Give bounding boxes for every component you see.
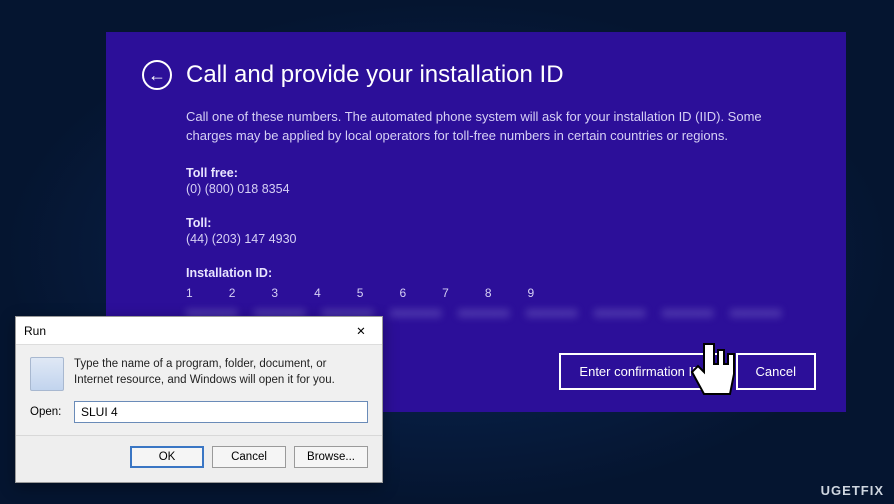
run-titlebar: Run ✕ — [16, 317, 382, 345]
ok-button[interactable]: OK — [130, 446, 204, 468]
iid-col-1: 1 — [186, 286, 193, 300]
installation-id-label: Installation ID: — [186, 266, 810, 280]
iid-col-5: 5 — [357, 286, 364, 300]
toll-value: (44) (203) 147 4930 — [186, 232, 810, 246]
iid-value: XXXXXXX — [594, 308, 644, 320]
run-description: Type the name of a program, folder, docu… — [74, 357, 368, 391]
cancel-button[interactable]: Cancel — [736, 353, 816, 390]
iid-value: XXXXXXX — [662, 308, 712, 320]
toll-free-label: Toll free: — [186, 166, 810, 180]
watermark: UGETFIX — [821, 483, 884, 498]
open-label: Open: — [30, 406, 66, 418]
arrow-left-icon: ← — [148, 65, 166, 86]
run-dialog: Run ✕ Type the name of a program, folder… — [15, 316, 383, 483]
run-body: Type the name of a program, folder, docu… — [16, 345, 382, 399]
iid-value: XXXXXXX — [458, 308, 508, 320]
back-button[interactable]: ← — [142, 60, 172, 90]
run-buttons: OK Cancel Browse... — [16, 435, 382, 482]
page-title: Call and provide your installation ID — [186, 61, 564, 89]
run-open-row: Open: — [16, 399, 382, 435]
toll-free-value: (0) (800) 018 8354 — [186, 182, 810, 196]
iid-header-row: 1 2 3 4 5 6 7 8 9 — [186, 286, 810, 300]
iid-value: XXXXXXX — [390, 308, 440, 320]
enter-confirmation-button[interactable]: Enter confirmation ID — [559, 353, 721, 390]
close-button[interactable]: ✕ — [348, 321, 374, 341]
open-input[interactable] — [74, 401, 368, 423]
instruction-text: Call one of these numbers. The automated… — [186, 108, 806, 146]
iid-col-7: 7 — [442, 286, 449, 300]
toll-label: Toll: — [186, 216, 810, 230]
close-icon: ✕ — [356, 324, 366, 338]
iid-col-2: 2 — [229, 286, 236, 300]
header-row: ← Call and provide your installation ID — [142, 60, 810, 90]
run-title: Run — [24, 324, 46, 338]
iid-value: XXXXXXX — [526, 308, 576, 320]
run-icon — [30, 357, 64, 391]
run-cancel-button[interactable]: Cancel — [212, 446, 286, 468]
iid-col-3: 3 — [271, 286, 278, 300]
iid-value: XXXXXXX — [730, 308, 780, 320]
iid-col-6: 6 — [399, 286, 406, 300]
iid-col-9: 9 — [528, 286, 535, 300]
iid-col-8: 8 — [485, 286, 492, 300]
button-row: Enter confirmation ID Cancel — [559, 353, 816, 390]
browse-button[interactable]: Browse... — [294, 446, 368, 468]
iid-col-4: 4 — [314, 286, 321, 300]
